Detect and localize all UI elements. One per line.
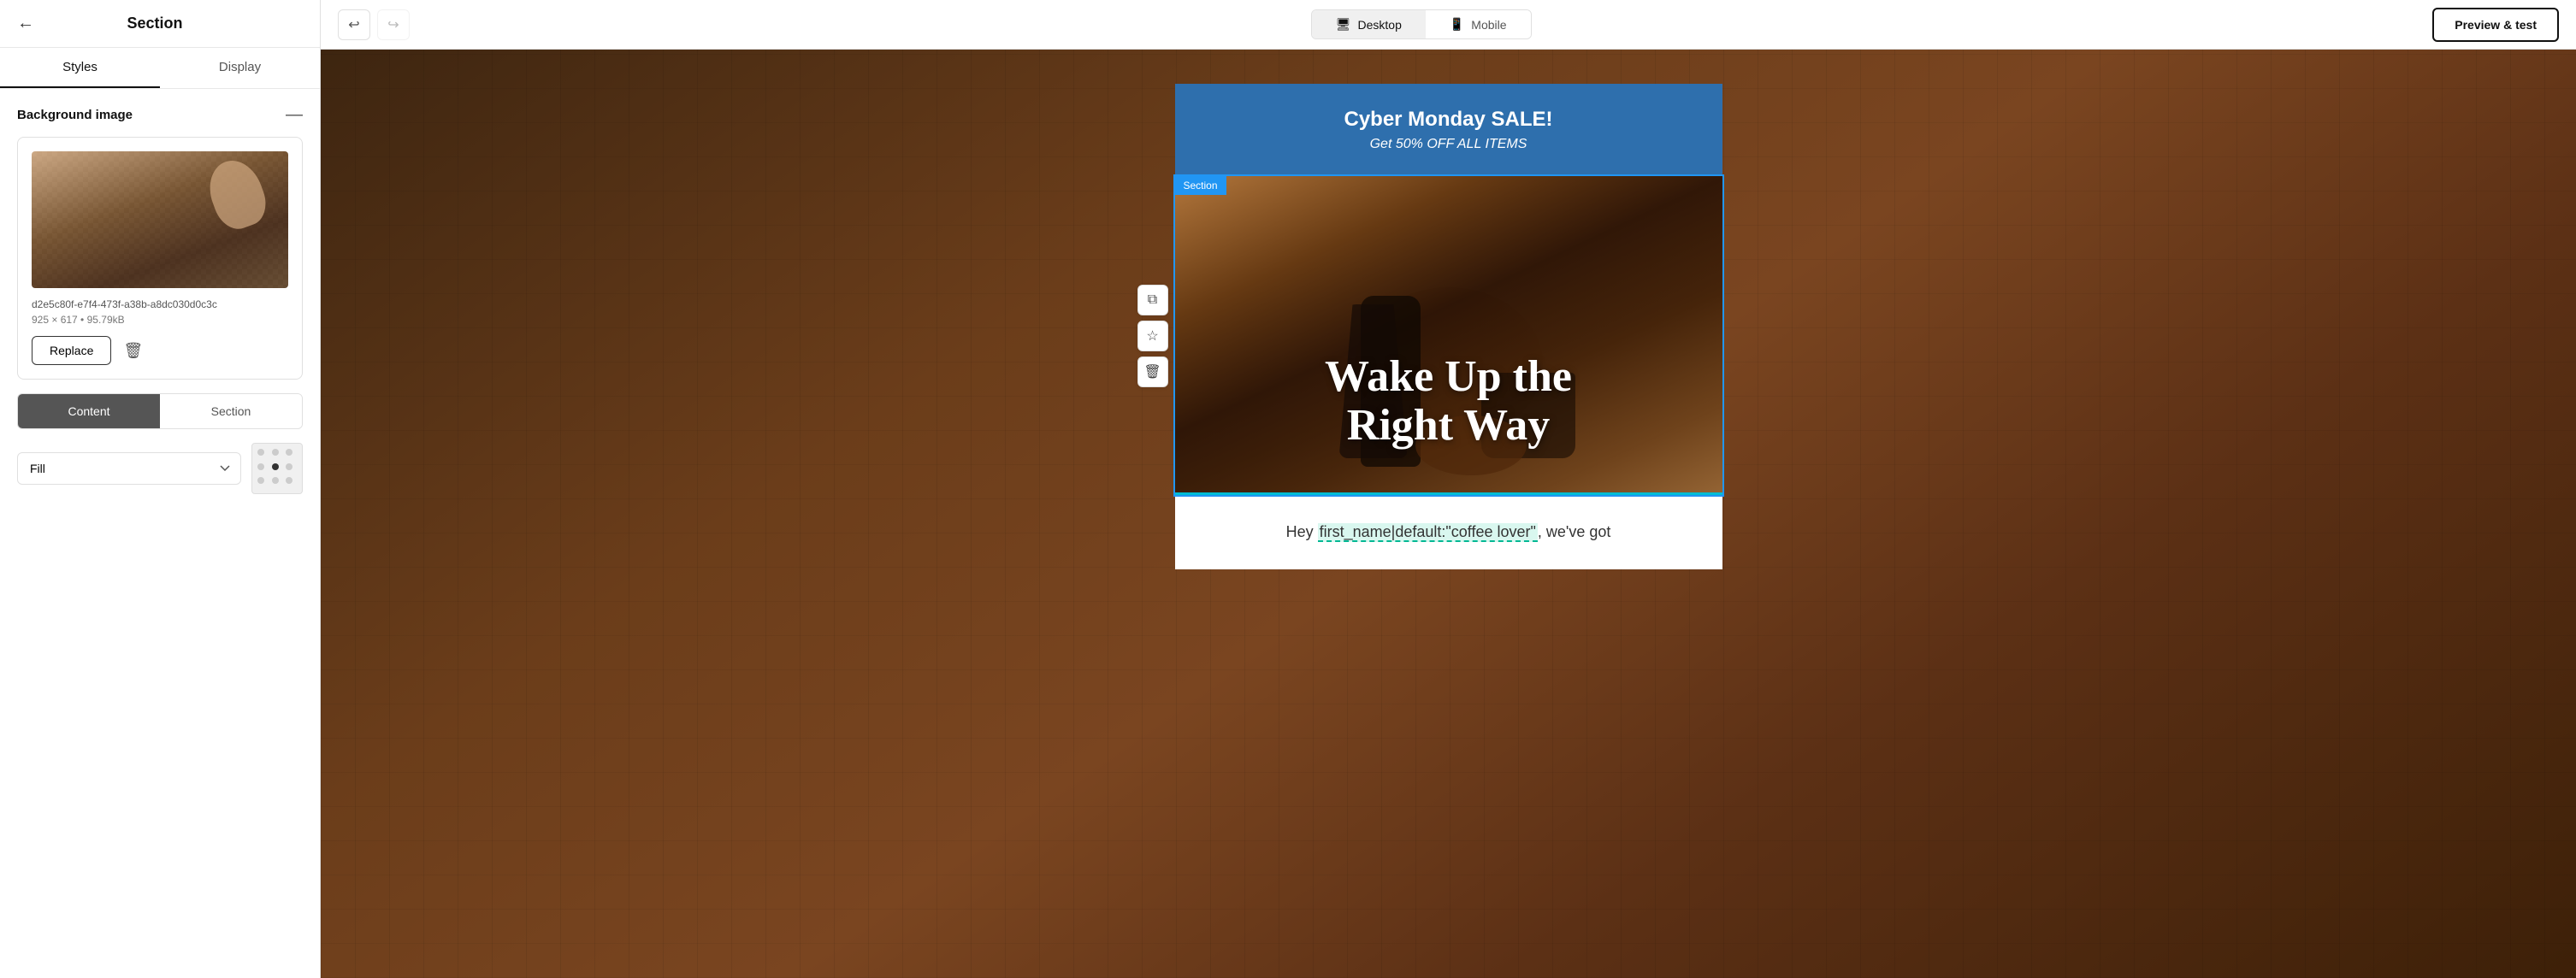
panel-title: Section [44, 15, 265, 32]
trash-icon: 🗑 [123, 342, 143, 359]
bg-image-label: Background image [17, 108, 133, 122]
star-icon: ☆ [1146, 327, 1158, 345]
hero-headline: Wake Up the Right Way [1175, 352, 1722, 450]
copy-icon: ⧉ [1148, 292, 1157, 308]
pos-dot-mc[interactable] [272, 463, 279, 470]
collapse-button[interactable]: — [286, 106, 303, 123]
pos-dot-tr[interactable] [286, 449, 292, 456]
email-container: Cyber Monday SALE! Get 50% OFF ALL ITEMS… [1175, 84, 1722, 569]
image-preview-container: d2e5c80f-e7f4-473f-a38b-a8dc030d0c3c 925… [17, 137, 303, 380]
email-subtext: Get 50% OFF ALL ITEMS [1209, 137, 1688, 152]
image-thumbnail [32, 151, 288, 288]
panel-header: ← Section [0, 0, 320, 48]
delete-image-button[interactable]: 🗑 [120, 339, 146, 363]
trash-section-icon: 🗑 [1143, 363, 1161, 380]
pos-dot-bc[interactable] [272, 477, 279, 484]
undo-icon: ↩ [348, 16, 359, 33]
content-button[interactable]: Content [18, 394, 160, 428]
desktop-icon: 🖥 [1336, 17, 1351, 32]
hero-text: Wake Up the Right Way [1175, 352, 1722, 450]
left-panel: ← Section Styles Display Background imag… [0, 0, 321, 978]
replace-button[interactable]: Replace [32, 336, 111, 365]
mobile-label: Mobile [1471, 18, 1506, 32]
pos-dot-mr[interactable] [286, 463, 292, 470]
image-meta: d2e5c80f-e7f4-473f-a38b-a8dc030d0c3c 925… [32, 298, 288, 326]
pos-dot-ml[interactable] [257, 463, 264, 470]
panel-body: Background image — d2e5c80f-e7f4-473f-a3… [0, 89, 320, 978]
undo-redo-group: ↩ ↪ [338, 9, 410, 40]
mobile-icon: 📱 [1450, 17, 1464, 32]
bottom-accent-line [1175, 492, 1722, 495]
image-actions: Replace 🗑 [32, 336, 288, 365]
preview-test-button[interactable]: Preview & test [2432, 8, 2559, 42]
desktop-button[interactable]: 🖥 Desktop [1312, 10, 1426, 38]
fill-row: Fill Fit Tile Center [17, 443, 303, 494]
pos-dot-tc[interactable] [272, 449, 279, 456]
mobile-button[interactable]: 📱 Mobile [1426, 10, 1531, 38]
pos-dot-bl[interactable] [257, 477, 264, 484]
back-arrow-icon: ← [17, 14, 34, 33]
undo-button[interactable]: ↩ [338, 9, 370, 40]
content-section-toggle: Content Section [17, 393, 303, 429]
email-body-text: Hey first_name|default:"coffee lover", w… [1209, 521, 1688, 544]
pos-dot-tl[interactable] [257, 449, 264, 456]
personalization-tag: first_name|default:"coffee lover" [1318, 523, 1538, 542]
canvas-area[interactable]: Cyber Monday SALE! Get 50% OFF ALL ITEMS… [321, 50, 2576, 978]
device-toggle: 🖥 Desktop 📱 Mobile [1311, 9, 1532, 39]
email-header: Cyber Monday SALE! Get 50% OFF ALL ITEMS [1175, 84, 1722, 176]
favorite-section-button[interactable]: ☆ [1137, 321, 1168, 351]
section-actions: ⧉ ☆ 🗑 [1137, 285, 1168, 387]
tab-styles[interactable]: Styles [0, 48, 160, 88]
position-grid[interactable] [251, 443, 303, 494]
email-body: Hey first_name|default:"coffee lover", w… [1175, 495, 1722, 569]
redo-button[interactable]: ↪ [377, 9, 410, 40]
pos-dot-br[interactable] [286, 477, 292, 484]
image-filename: d2e5c80f-e7f4-473f-a38b-a8dc030d0c3c [32, 298, 288, 310]
redo-icon: ↪ [387, 16, 399, 33]
tab-bar: Styles Display [0, 48, 320, 89]
tab-display[interactable]: Display [160, 48, 320, 88]
bg-image-section-header: Background image — [17, 106, 303, 123]
section-badge: Section [1175, 176, 1226, 195]
delete-section-button[interactable]: 🗑 [1137, 356, 1168, 387]
section-button[interactable]: Section [160, 394, 302, 428]
email-headline: Cyber Monday SALE! [1209, 108, 1688, 132]
top-bar: ↩ ↪ 🖥 Desktop 📱 Mobile Preview & test [321, 0, 2576, 50]
main-area: ↩ ↪ 🖥 Desktop 📱 Mobile Preview & test Cy… [321, 0, 2576, 978]
hero-section[interactable]: Section ⧉ ☆ 🗑 [1175, 176, 1722, 495]
desktop-label: Desktop [1358, 18, 1402, 32]
hero-image: Wake Up the Right Way [1175, 176, 1722, 492]
image-info: 925 × 617 • 95.79kB [32, 314, 288, 326]
fill-select[interactable]: Fill Fit Tile Center [17, 452, 241, 485]
back-button[interactable]: ← [17, 14, 34, 33]
copy-section-button[interactable]: ⧉ [1137, 285, 1168, 315]
